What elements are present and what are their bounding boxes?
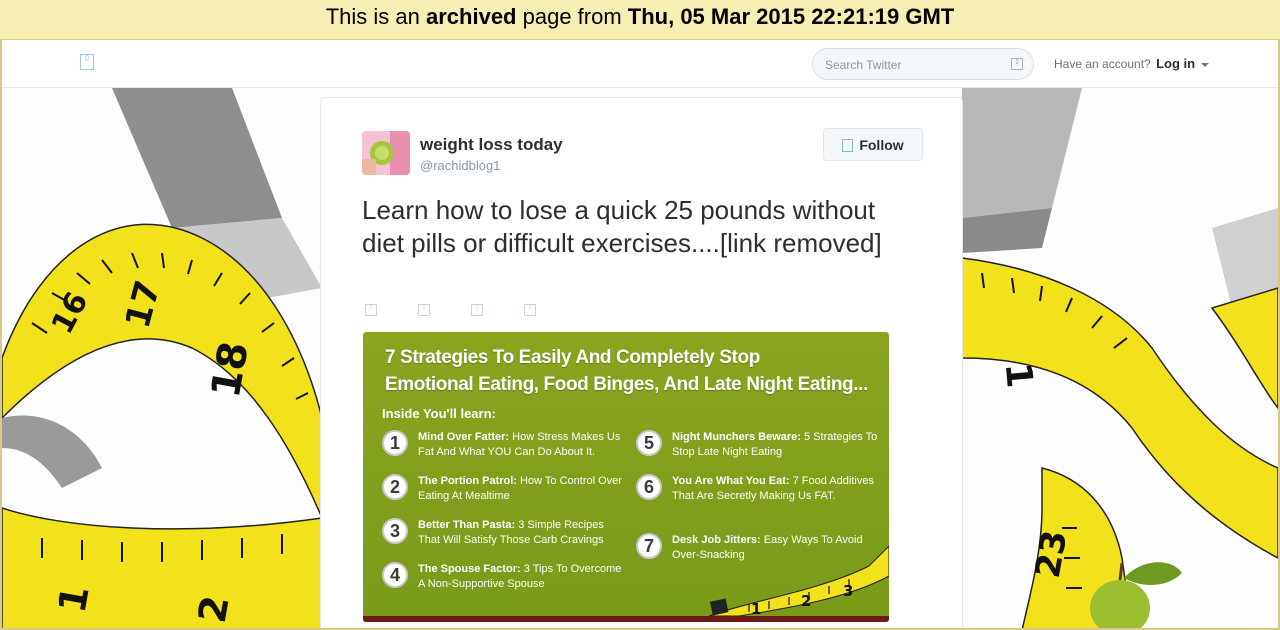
promo-title-line1: 7 Strategies To Easily And Completely St… [385,347,760,368]
archive-banner: This is an archived page from Thu, 05 Ma… [0,0,1280,40]
archive-middle: page from [516,4,628,29]
strategy-number: 4 [382,562,408,588]
user-handle[interactable]: @rachidblog1 [420,158,500,173]
strategy-title: You Are What You Eat: [672,475,790,487]
strategy-title: The Spouse Factor: [418,563,521,575]
twitter-topbar: ▯ ▯ Have an account? Log in [2,40,1278,88]
strategy-title: The Portion Patrol: [418,475,517,487]
promo-title: 7 Strategies To Easily And Completely St… [385,344,885,398]
strategy-title: Better Than Pasta: [418,519,516,531]
follow-button[interactable]: Follow [823,128,923,161]
promo-bottom-bar [363,616,889,622]
tweet-text: Learn how to lose a quick 25 pounds with… [362,195,882,258]
strategy-number: 3 [382,518,408,544]
search-input[interactable] [825,55,1005,75]
follow-icon [842,138,854,152]
tweet-card: weight loss today @rachidblog1 Follow Le… [320,97,963,628]
strategy-number: 6 [636,474,662,500]
archive-date: Thu, 05 Mar 2015 22:21:19 GMT [627,4,955,29]
caret-down-icon[interactable] [1201,62,1210,67]
follow-label: Follow [859,136,904,153]
promo-title-line2: Emotional Eating, Food Binges, And Late … [385,374,868,395]
have-account-text: Have an account? [1054,57,1151,71]
account-menu[interactable]: Have an account? Log in [1054,56,1210,71]
mini-tape-number-3: 3 [843,582,853,600]
promo-inside-heading: Inside You'll learn: [382,406,496,421]
retweet-icon[interactable]: ▯ [418,304,430,316]
tape-number-1-right: 1 [997,361,1040,390]
tape-number-23: 23 [1028,527,1076,581]
strategy-number: 7 [636,533,662,559]
search-icon[interactable]: ▯ [1011,58,1023,70]
strategy-number: 1 [382,430,408,456]
tape-number-18: 18 [203,338,258,401]
strategy-number: 2 [382,474,408,500]
mini-tape-graphic: 1 2 3 [709,545,889,616]
archive-word: archived [426,4,517,29]
avatar-image [362,131,410,175]
archive-prefix: This is an [325,4,426,29]
strategy-number: 5 [636,430,662,456]
strategy-title: Night Munchers Beware: [672,431,801,443]
promo-image[interactable]: 7 Strategies To Easily And Completely St… [363,332,889,622]
archived-page-frame: 16 17 18 1 2 1 23 ▯ Search Twitter ▯ Hav… [0,40,1280,630]
reply-icon[interactable]: ▯ [365,304,377,316]
avatar[interactable] [362,131,410,175]
twitter-logo-icon[interactable]: ▯ [80,54,94,70]
user-name[interactable]: weight loss today [420,135,563,155]
mini-tape-number-2: 2 [801,592,811,610]
login-link[interactable]: Log in [1156,56,1195,71]
favorite-icon[interactable]: ▯ [471,304,483,316]
search-box: ▯ [812,48,1034,80]
strategy-title: Mind Over Fatter: [418,431,510,443]
mini-tape-number-1: 1 [751,600,761,616]
more-icon[interactable]: ▯ [524,304,536,316]
